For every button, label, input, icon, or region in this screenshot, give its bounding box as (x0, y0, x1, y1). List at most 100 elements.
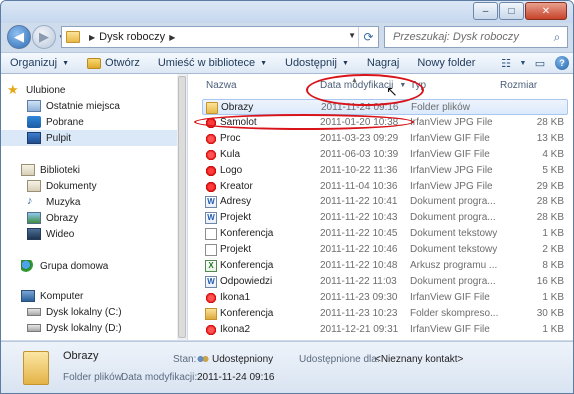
burn-button[interactable]: Nagraj (358, 53, 408, 73)
file-type: Dokument progra... (410, 275, 496, 287)
file-size: 13 KB (536, 132, 564, 144)
include-in-library-button[interactable]: Umieść w bibliotece ▼ (149, 53, 276, 73)
table-row[interactable]: Logo 2011-10-22 11:36 IrfanView JPG File 5 … (202, 163, 568, 179)
sidebar-item-drive-c[interactable]: Dysk lokalny (C:) (1, 304, 179, 320)
sidebar-item-computer[interactable]: Komputer (1, 288, 179, 304)
address-bar[interactable]: ▶ Dysk roboczy ▶ ▼ ⟳ (61, 26, 379, 48)
forward-button[interactable]: ▶ (32, 25, 56, 49)
gif-file-icon (205, 132, 217, 145)
file-size: 30 KB (536, 307, 564, 319)
table-row[interactable]: Kreator 2011-11-04 10:36 IrfanView JPG Fil… (202, 179, 568, 195)
homegroup-icon (21, 260, 35, 272)
jpg-file-icon (205, 180, 217, 193)
sidebar-label: Dysk lokalny (D:) (46, 322, 122, 334)
chevron-down-icon: ▼ (62, 59, 70, 67)
table-row[interactable]: Ikona2 2011-12-21 09:31 IrfanView GIF File… (202, 322, 568, 338)
column-header-name[interactable]: Nazwa (206, 74, 237, 96)
file-name: Kreator (220, 180, 253, 192)
scrollbar-thumb[interactable] (178, 76, 186, 338)
file-date: 2011-11-22 10:48 (320, 260, 398, 271)
table-row[interactable]: Kula 2011-06-03 10:39 IrfanView GIF File 4 … (202, 147, 568, 163)
sidebar-item-favorites[interactable]: ★ Ulubione (1, 82, 179, 98)
table-row[interactable]: Adresy 2011-11-22 10:41 Dokument progra...… (202, 194, 568, 210)
sidebar-item-downloads[interactable]: Pobrane (1, 114, 179, 130)
documents-icon (27, 180, 41, 192)
word-document-icon (205, 212, 217, 225)
folder-icon (206, 102, 218, 114)
file-type: Arkusz programu ... (410, 260, 498, 271)
file-size: 28 KB (536, 212, 564, 224)
file-size: 5 KB (542, 164, 564, 176)
sidebar-item-documents[interactable]: Dokumenty (1, 178, 179, 194)
open-folder-icon (87, 57, 102, 69)
table-row[interactable]: Konferencja 2011-11-23 10:23 Folder skompr… (202, 306, 568, 322)
sidebar-label: Pobrane (46, 116, 84, 128)
sidebar-label: Ostatnie miejsca (46, 100, 120, 112)
word-document-icon (205, 196, 217, 209)
table-row[interactable]: Ikona1 2011-11-23 09:30 IrfanView GIF File… (202, 290, 568, 306)
sidebar-item-drive-d[interactable]: Dysk lokalny (D:) (1, 320, 179, 336)
file-date: 2011-10-22 11:36 (320, 164, 398, 176)
highlight-ellipse (306, 74, 424, 106)
table-row[interactable]: Odpowiedzi 2011-11-22 11:03 Dokument progr… (202, 274, 568, 290)
breadcrumb-arrow-icon[interactable]: ▶ (89, 33, 95, 42)
open-button[interactable]: Otwórz (78, 53, 149, 73)
preview-pane-icon[interactable]: ▭ (529, 54, 551, 72)
back-button[interactable]: ◀ (7, 25, 31, 49)
refresh-icon[interactable]: ⟳ (358, 27, 378, 47)
file-type: Dokument tekstowy (410, 244, 498, 256)
file-date: 2011-11-22 10:45 (320, 228, 398, 240)
file-type: IrfanView GIF File (410, 132, 490, 144)
address-dropdown-icon[interactable]: ▼ (348, 31, 356, 40)
file-name: Obrazy (221, 102, 254, 113)
table-row[interactable]: Konferencja 2011-11-22 10:48 Arkusz progra… (202, 258, 568, 274)
file-date: 2011-11-22 10:46 (320, 244, 398, 256)
column-header-size[interactable]: Rozmiar (500, 74, 537, 96)
file-size: 1 KB (542, 323, 564, 335)
sidebar-label: Grupa domowa (40, 260, 109, 272)
sidebar-item-pictures[interactable]: Obrazy (1, 210, 179, 226)
minimize-icon[interactable]: – (473, 2, 498, 20)
organize-button[interactable]: Organizuj ▼ (1, 53, 78, 73)
view-dropdown-icon[interactable]: ▼ (517, 54, 529, 72)
table-row[interactable]: Projekt 2011-11-22 10:43 Dokument progra..… (202, 210, 568, 226)
sidebar-item-libraries[interactable]: Biblioteki (1, 162, 179, 178)
view-options-icon[interactable]: ☷ (495, 54, 517, 72)
file-size: 2 KB (542, 244, 564, 256)
zip-folder-icon (205, 307, 217, 320)
sidebar-label: Obrazy (46, 212, 79, 224)
table-row[interactable]: Proc 2011-03-23 09:29 IrfanView GIF File 13… (202, 131, 568, 147)
maximize-icon[interactable]: □ (499, 2, 524, 20)
sidebar-item-video[interactable]: Wideo (1, 226, 179, 242)
search-placeholder: Przeszukaj: Dysk roboczy (393, 31, 519, 43)
table-row[interactable]: Projekt 2011-11-22 10:46 Dokument tekstowy… (202, 242, 568, 258)
new-folder-button[interactable]: Nowy folder (408, 53, 484, 73)
sidebar-item-desktop[interactable]: Pulpit (1, 130, 179, 146)
file-type: IrfanView GIF File (410, 148, 490, 160)
column-label: Nazwa (206, 79, 237, 91)
sidebar-scrollbar[interactable] (177, 74, 187, 340)
breadcrumb-segment[interactable]: Dysk roboczy (99, 31, 165, 43)
search-icon[interactable]: ⌕ (547, 30, 567, 45)
sidebar-item-music[interactable]: ♪ Muzyka (1, 194, 179, 210)
table-row[interactable]: Konferencja 2011-11-22 10:45 Dokument teks… (202, 226, 568, 242)
breadcrumb-arrow-icon[interactable]: ▶ (169, 33, 175, 42)
file-date: 2011-11-22 10:41 (320, 196, 398, 208)
drive-icon (27, 324, 41, 332)
burn-label: Nagraj (366, 57, 400, 69)
sidebar-label: Muzyka (46, 196, 81, 208)
caption-buttons: – □ ✕ (472, 2, 567, 20)
share-button[interactable]: Udostępnij ▼ (276, 53, 358, 73)
file-date: 2011-11-22 11:03 (320, 275, 397, 287)
sidebar-item-recent[interactable]: Ostatnie miejsca (1, 98, 179, 114)
search-input[interactable]: Przeszukaj: Dysk roboczy ⌕ (384, 26, 568, 48)
close-icon[interactable]: ✕ (525, 2, 567, 20)
details-date-label: Data modyfikacji: (121, 372, 198, 383)
help-button[interactable]: ? (551, 54, 573, 72)
navigation-pane: ★ Ulubione Ostatnie miejsca Pobrane Pulp… (1, 74, 179, 340)
sidebar-item-homegroup[interactable]: Grupa domowa (1, 258, 179, 274)
folder-icon (23, 351, 49, 385)
details-state-label: Stan: (173, 354, 197, 365)
new-folder-label: Nowy folder (417, 57, 476, 69)
file-size: 29 KB (536, 180, 564, 192)
